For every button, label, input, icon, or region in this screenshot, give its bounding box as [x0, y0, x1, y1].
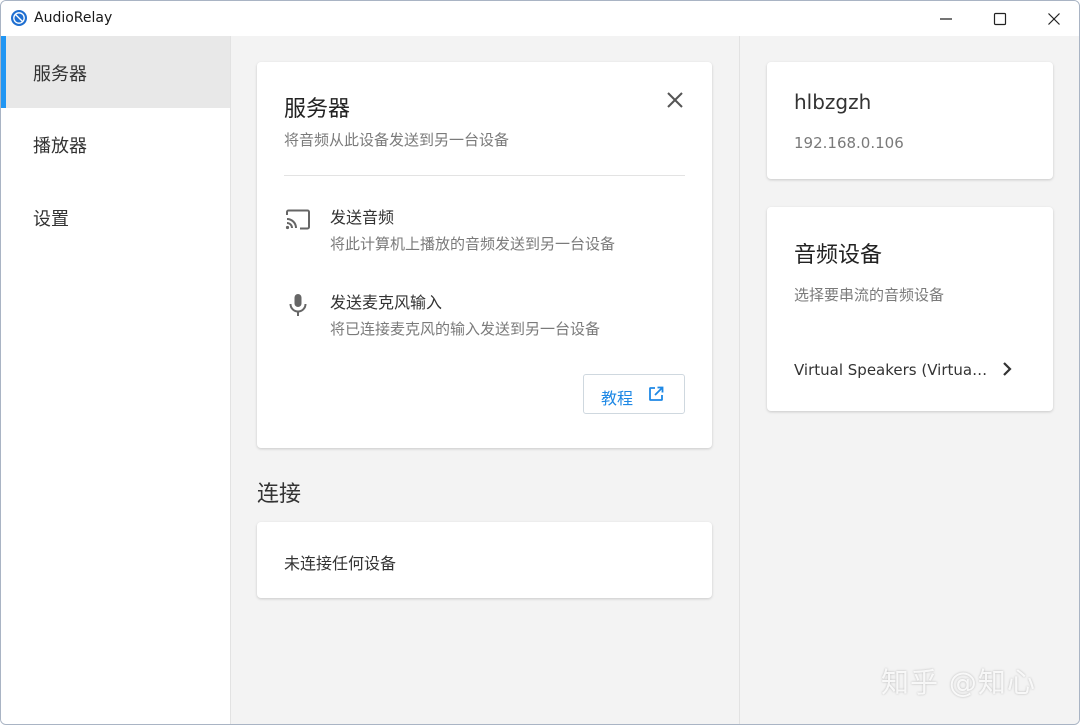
minimize-button[interactable]	[919, 1, 973, 36]
audio-device-subtitle: 选择要串流的音频设备	[794, 286, 945, 304]
dismiss-card-button[interactable]	[661, 86, 689, 114]
divider	[284, 175, 685, 176]
sidebar-item-server[interactable]: 服务器	[1, 36, 230, 108]
server-card-subtitle: 将音频从此设备发送到另一台设备	[284, 131, 510, 149]
close-icon	[667, 92, 683, 108]
main-panel: 服务器 将音频从此设备发送到另一台设备 发送音频 将此计算机上播放的音频发送到另…	[231, 36, 739, 724]
feature-description: 将已连接麦克风的输入发送到另一台设备	[330, 320, 601, 338]
microphone-icon	[289, 294, 307, 316]
feature-description: 将此计算机上播放的音频发送到另一台设备	[330, 235, 616, 253]
watermark: 知乎 @知心	[881, 666, 1036, 699]
connections-heading: 连接	[257, 482, 302, 507]
send-microphone-option[interactable]: 发送麦克风输入 将已连接麦克风的输入发送到另一台设备	[257, 285, 712, 345]
active-indicator	[1, 36, 6, 108]
close-window-button[interactable]	[1027, 1, 1079, 36]
app-logo-icon	[11, 10, 27, 26]
server-card-title: 服务器	[284, 97, 351, 122]
window-title: AudioRelay	[34, 10, 113, 26]
maximize-icon	[993, 12, 1007, 26]
sidebar-item-label: 服务器	[33, 64, 87, 85]
feature-title: 发送音频	[330, 208, 395, 227]
send-audio-option[interactable]: 发送音频 将此计算机上播放的音频发送到另一台设备	[257, 200, 712, 260]
host-name: hlbzgzh	[794, 90, 872, 114]
connections-empty-text: 未连接任何设备	[284, 554, 397, 573]
maximize-button[interactable]	[973, 1, 1027, 36]
chevron-right-icon	[1003, 362, 1012, 376]
host-ip-address: 192.168.0.106	[794, 134, 904, 152]
sidebar: 服务器 播放器 设置	[1, 36, 231, 724]
sidebar-item-settings[interactable]: 设置	[1, 181, 230, 253]
cast-icon	[285, 209, 310, 230]
sidebar-item-player[interactable]: 播放器	[1, 108, 230, 180]
connections-card: 未连接任何设备	[257, 522, 712, 598]
tutorial-button-label: 教程	[601, 389, 634, 408]
external-link-icon	[649, 386, 664, 401]
feature-title: 发送麦克风输入	[330, 293, 443, 312]
sidebar-item-label: 设置	[33, 209, 69, 230]
audio-device-card: 音频设备 选择要串流的音频设备 Virtual Speakers (Virtua…	[767, 207, 1053, 411]
side-panel: hlbzgzh 192.168.0.106 音频设备 选择要串流的音频设备 Vi…	[740, 36, 1079, 724]
app-window: AudioRelay 服务器 播放器 设置 服务器 将音频从此设备发送到另一台设…	[0, 0, 1080, 725]
selected-audio-device: Virtual Speakers (Virtual Audio Device)	[794, 361, 990, 379]
sidebar-item-label: 播放器	[33, 136, 87, 157]
audio-device-title: 音频设备	[794, 243, 883, 268]
tutorial-button[interactable]: 教程	[583, 374, 685, 414]
server-card: 服务器 将音频从此设备发送到另一台设备 发送音频 将此计算机上播放的音频发送到另…	[257, 62, 712, 448]
audio-device-selector[interactable]: Virtual Speakers (Virtual Audio Device)	[767, 347, 1053, 393]
title-bar[interactable]: AudioRelay	[1, 1, 1079, 36]
close-icon	[1048, 13, 1060, 25]
host-info-card: hlbzgzh 192.168.0.106	[767, 62, 1053, 179]
minimize-icon	[940, 18, 952, 20]
